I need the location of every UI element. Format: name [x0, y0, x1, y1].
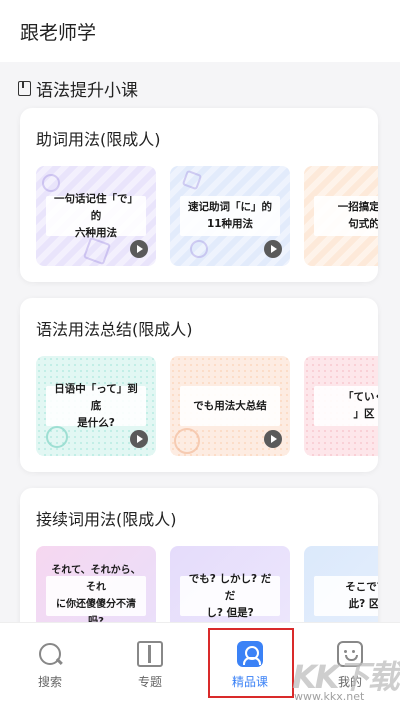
thumbnail-caption: 一招搞定「 句式的 — [314, 196, 378, 236]
course-thumbnail[interactable]: 日语中「って」到底 是什么? — [36, 356, 156, 456]
section-header: 语法提升小课 — [18, 76, 138, 101]
thumbnail-caption: 日语中「って」到底 是什么? — [46, 383, 146, 429]
tab-topics[interactable]: 专题 — [100, 623, 200, 708]
card-title: 接续词用法(限成人) — [36, 510, 177, 529]
card-title: 语法用法总结(限成人) — [36, 320, 193, 339]
course-thumbnail[interactable]: でも用法大总结 — [170, 356, 290, 456]
course-card-grammar: 语法用法总结(限成人) 日语中「って」到底 是什么? でも用法大总结 「ていく … — [20, 298, 378, 472]
play-icon[interactable] — [264, 430, 282, 448]
course-thumbnail[interactable]: 「ていく 」区 — [304, 356, 378, 456]
thumbnail-caption: 「ていく 」区 — [314, 386, 378, 426]
play-icon[interactable] — [264, 240, 282, 258]
thumbnail-caption: でも? しかし? だだ し? 但是? — [180, 573, 280, 619]
book-icon — [18, 80, 31, 96]
map-icon — [137, 641, 163, 667]
thumbnail-caption: それて、それから、それ に你还傻傻分不清吗? — [46, 565, 146, 627]
course-thumbnail[interactable]: 速记助词「に」的 11种用法 — [170, 166, 290, 266]
highlight-box — [208, 628, 294, 698]
course-thumbnail[interactable]: 一句话记住「で」的 六种用法 — [36, 166, 156, 266]
section-title: 语法提升小课 — [36, 80, 138, 101]
tab-label: 专题 — [137, 675, 162, 689]
search-icon — [37, 641, 63, 667]
thumbnail-caption: でも用法大总结 — [180, 386, 280, 426]
thumbnail-caption: そこで? 此? 区 — [314, 576, 378, 616]
play-icon[interactable] — [130, 240, 148, 258]
card-title: 助词用法(限成人) — [36, 130, 161, 149]
thumbnail-caption: 速记助词「に」的 11种用法 — [180, 196, 280, 236]
play-icon[interactable] — [130, 430, 148, 448]
course-thumbnail[interactable]: 一招搞定「 句式的 — [304, 166, 378, 266]
watermark-url: www.kkx.net — [294, 690, 365, 703]
app-header: 跟老师学 — [0, 0, 400, 62]
thumbnail-row[interactable]: 一句话记住「で」的 六种用法 速记助词「に」的 11种用法 一招搞定「 句式的 — [36, 166, 378, 266]
tab-search[interactable]: 搜索 — [0, 623, 100, 708]
thumbnail-caption: 一句话记住「で」的 六种用法 — [46, 193, 146, 239]
thumbnail-row[interactable]: 日语中「って」到底 是什么? でも用法大总结 「ていく 」区 — [36, 356, 378, 456]
page-title: 跟老师学 — [20, 22, 97, 44]
course-card-particles: 助词用法(限成人) 一句话记住「で」的 六种用法 速记助词「に」的 11种用法 … — [20, 108, 378, 282]
watermark: KK下载 www.kkx.net — [292, 652, 400, 708]
tab-label: 搜索 — [37, 675, 62, 689]
